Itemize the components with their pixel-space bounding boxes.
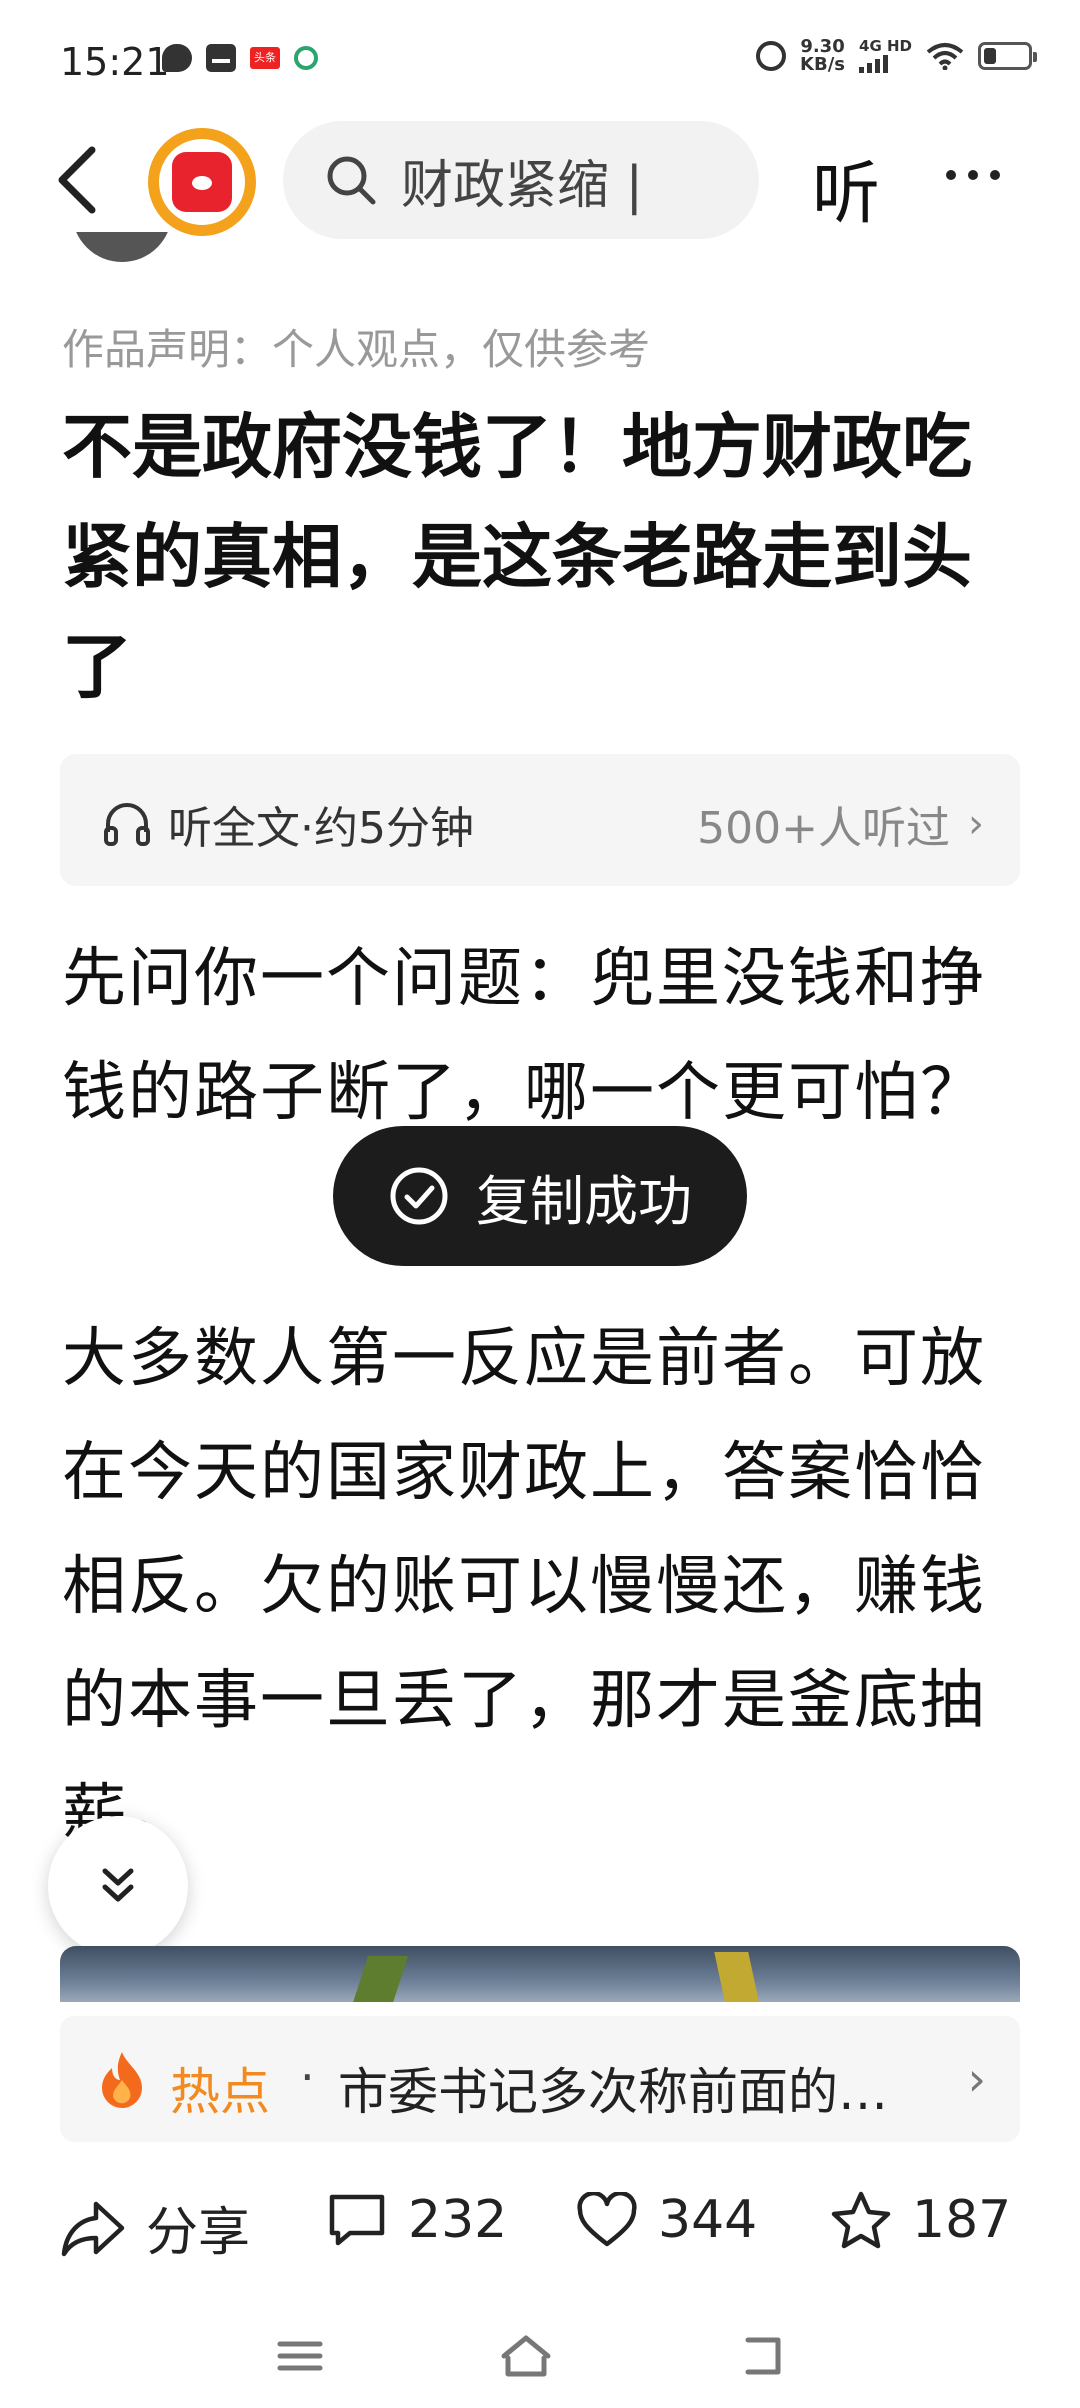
- double-chevron-down-icon: [102, 1868, 134, 1902]
- comment-icon: [329, 2194, 385, 2246]
- toutiao-badge-icon: 头条: [250, 47, 280, 69]
- menu-icon[interactable]: [270, 2326, 330, 2386]
- hot-separator: ·: [300, 2050, 315, 2104]
- battery-icon: [978, 42, 1037, 70]
- favorite-button[interactable]: 187: [830, 2190, 1011, 2250]
- article-paragraph: 先问你一个问题：兜里没钱和挣钱的路子断了，哪一个更可怕？: [62, 942, 986, 1130]
- toast-text: 复制成功: [476, 1169, 692, 1233]
- listen-full-article-bar[interactable]: 听全文·约5分钟 500+人听过 ›: [60, 754, 1020, 886]
- share-button[interactable]: 分享: [60, 2190, 250, 2265]
- author-avatar[interactable]: [72, 232, 172, 262]
- wifi-icon: [926, 43, 964, 70]
- comment-count: 232: [408, 2190, 508, 2250]
- article-paragraph: 大多数人第一反应是前者。可放在今天的国家财政上，答案恰恰相反。欠的账可以慢慢还，…: [62, 1322, 986, 1852]
- favorite-count: 187: [912, 2190, 1012, 2250]
- like-count: 344: [658, 2190, 758, 2250]
- copy-success-toast: 复制成功: [333, 1126, 747, 1266]
- action-bar: 分享 232 344 187: [0, 2172, 1080, 2282]
- mail-icon: [206, 44, 236, 72]
- home-icon[interactable]: [496, 2326, 556, 2386]
- share-icon: [61, 2201, 125, 2256]
- star-icon: [831, 2191, 891, 2249]
- net-speed: 9.30 KB/s: [800, 36, 846, 75]
- app-logo[interactable]: [148, 128, 256, 236]
- search-input[interactable]: 财政紧缩 |: [283, 121, 759, 239]
- flame-icon: [102, 2052, 142, 2108]
- status-system-icons: 9.30 KB/s 4G HD: [756, 36, 1037, 75]
- status-bar: 15:21 头条 9.30 KB/s 4G HD: [0, 0, 1080, 120]
- chevron-right-icon: ›: [967, 2052, 986, 2106]
- like-button[interactable]: 344: [576, 2190, 757, 2250]
- headphones-icon: [104, 803, 150, 846]
- hot-label: 热点: [170, 2063, 270, 2121]
- audio-listeners-count: 500+人听过: [697, 803, 950, 854]
- back-icon[interactable]: [50, 140, 110, 220]
- search-icon: [327, 156, 376, 205]
- more-options-button[interactable]: [946, 150, 1026, 200]
- check-circle-icon: [390, 1167, 448, 1225]
- listen-button[interactable]: 听: [812, 138, 880, 237]
- red-packet-icon: [172, 152, 232, 212]
- carrier-icon: [294, 46, 318, 70]
- hot-topic-bar[interactable]: 热点 · 市委书记多次称前面的… ›: [60, 2016, 1020, 2142]
- comment-button[interactable]: 232: [326, 2190, 507, 2250]
- chevron-right-icon: ›: [968, 801, 984, 847]
- message-icon: [162, 44, 192, 72]
- article-title: 不是政府没钱了！地方财政吃紧的真相，是这条老路走到头了: [62, 406, 972, 708]
- audio-duration-label: 听全文·约5分钟: [168, 803, 474, 854]
- scroll-down-button[interactable]: [48, 1816, 188, 1956]
- signal-icon: 4G HD: [859, 39, 912, 73]
- status-notification-icons: 头条: [162, 44, 318, 72]
- share-label: 分享: [146, 2203, 251, 2263]
- system-nav-bar: [0, 2306, 1080, 2406]
- hot-topic-text: 市委书记多次称前面的…: [338, 2063, 888, 2121]
- article-declaration: 作品声明：个人观点，仅供参考: [62, 325, 651, 374]
- status-time: 15:21: [60, 40, 170, 84]
- alarm-icon: [756, 41, 787, 71]
- back-nav-icon[interactable]: [734, 2326, 794, 2386]
- top-nav: 财政紧缩 | 听: [0, 118, 1080, 242]
- search-query: 财政紧缩 |: [401, 155, 644, 216]
- article-image[interactable]: [60, 1946, 1020, 2002]
- heart-icon: [577, 2192, 637, 2247]
